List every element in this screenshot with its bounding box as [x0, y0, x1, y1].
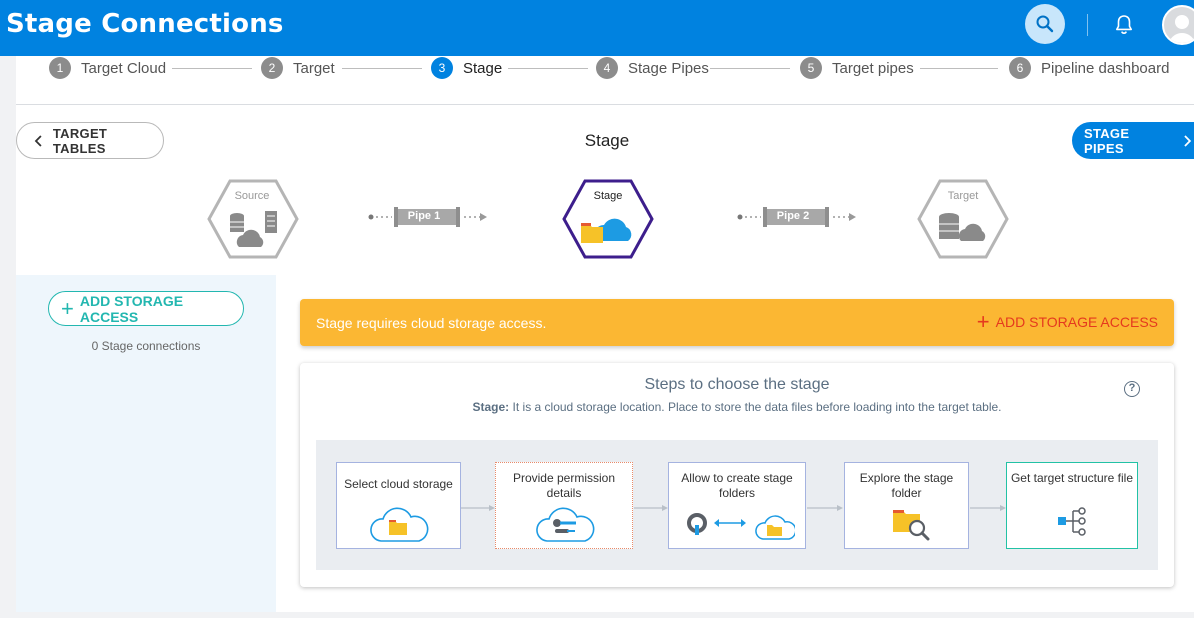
step-connector: [342, 68, 422, 69]
target-tables-button[interactable]: TARGET TABLES: [16, 122, 164, 159]
step-connector: [172, 68, 252, 69]
step-connector: [508, 68, 588, 69]
alert-message: Stage requires cloud storage access.: [316, 315, 547, 331]
app-title: Stage Connections: [6, 9, 284, 39]
chevron-left-icon: [34, 134, 42, 147]
target-label: Target: [947, 190, 979, 202]
flow-step-label: Select cloud storage: [344, 477, 453, 491]
search-button[interactable]: [1025, 4, 1065, 44]
steps-subtitle-text: It is a cloud storage location. Place to…: [509, 400, 1002, 414]
steps-title: Steps to choose the stage: [644, 376, 830, 393]
alert-action-label: ADD STORAGE ACCESS: [995, 314, 1158, 330]
plus-icon: +: [976, 309, 990, 334]
step-label: Stage: [463, 59, 503, 77]
stage-pipes-button[interactable]: STAGE PIPES: [1072, 122, 1194, 159]
flow-step-provide-permission: Provide permission details: [495, 462, 633, 549]
source-label: Source: [234, 190, 270, 202]
chevron-right-icon: [1184, 134, 1192, 147]
flow-step-create-folders: Allow to create stage folders: [668, 462, 806, 549]
flow-arrow: [461, 505, 495, 511]
stage-pipes-label: STAGE PIPES: [1084, 125, 1130, 156]
step-stage-pipes[interactable]: 4 Stage Pipes: [596, 57, 709, 79]
database-icon: [230, 213, 244, 232]
stage-connections-count: 0 Stage connections: [91, 339, 201, 353]
add-storage-access-button[interactable]: + ADD STORAGE ACCESS: [48, 291, 244, 326]
step-number: 3: [431, 57, 453, 79]
pipe-1-label: Pipe 1: [407, 210, 441, 222]
step-pipeline-dashboard[interactable]: 6 Pipeline dashboard: [1009, 57, 1169, 79]
cloud-key-icon: [536, 507, 595, 542]
help-icon[interactable]: ?: [1124, 381, 1140, 397]
sync-icon: [687, 513, 795, 540]
topbar-divider: [1087, 14, 1088, 36]
steps-subtitle: Stage: It is a cloud storage location. P…: [300, 400, 1174, 414]
flow-step-select-cloud-storage: Select cloud storage: [336, 462, 461, 549]
flow-step-explore-folder: Explore the stage folder: [844, 462, 969, 549]
step-number: 4: [596, 57, 618, 79]
search-icon: [1036, 15, 1054, 33]
step-connector: [920, 68, 998, 69]
tree-structure-icon: [1058, 507, 1086, 536]
flow-step-target-structure: Get target structure file: [1006, 462, 1138, 549]
alert-add-storage-access-button[interactable]: + ADD STORAGE ACCESS: [976, 309, 1158, 334]
step-target-cloud[interactable]: 1 Target Cloud: [49, 57, 166, 79]
step-target[interactable]: 2 Target: [261, 57, 335, 79]
step-label: Pipeline dashboard: [1041, 59, 1170, 77]
step-label: Target Cloud: [81, 59, 167, 77]
flow-step-label: Allow to create stage folders: [681, 471, 793, 500]
user-avatar-icon[interactable]: [1162, 5, 1194, 45]
storage-access-alert: Stage requires cloud storage access. + A…: [300, 299, 1174, 346]
plus-icon: +: [61, 295, 74, 321]
step-connector: [710, 68, 790, 69]
flow-step-label: Get target structure file: [1010, 471, 1134, 485]
steps-subtitle-bold: Stage:: [472, 400, 510, 414]
flow-arrow: [807, 505, 843, 511]
flow-arrow: [970, 505, 1006, 511]
flow-step-label: Provide permission details: [512, 471, 616, 500]
top-bar: Stage Connections: [0, 0, 1194, 56]
step-label: Target: [293, 59, 335, 77]
flow-arrow: [634, 505, 668, 511]
cloud-folder-icon: [370, 507, 429, 542]
step-label: Stage Pipes: [628, 59, 709, 77]
pipe-2-label: Pipe 2: [776, 210, 810, 222]
add-storage-access-label: ADD STORAGE ACCESS: [79, 292, 184, 325]
stage-label: Stage: [593, 190, 623, 202]
page-title: Stage: [584, 131, 630, 150]
step-target-pipes[interactable]: 5 Target pipes: [800, 57, 914, 79]
step-number: 2: [261, 57, 283, 79]
step-number: 5: [800, 57, 822, 79]
step-number: 6: [1009, 57, 1031, 79]
server-icon: [265, 211, 277, 233]
folder-search-icon: [893, 510, 930, 541]
step-stage[interactable]: 3 Stage: [431, 57, 502, 79]
stepper-divider: [16, 104, 1194, 105]
step-label: Target pipes: [832, 59, 914, 77]
target-tables-label: TARGET TABLES: [52, 125, 108, 156]
flow-step-label: Explore the stage folder: [859, 471, 954, 500]
step-number: 1: [49, 57, 71, 79]
database-icon: [939, 213, 959, 239]
bell-icon[interactable]: [1112, 13, 1136, 37]
